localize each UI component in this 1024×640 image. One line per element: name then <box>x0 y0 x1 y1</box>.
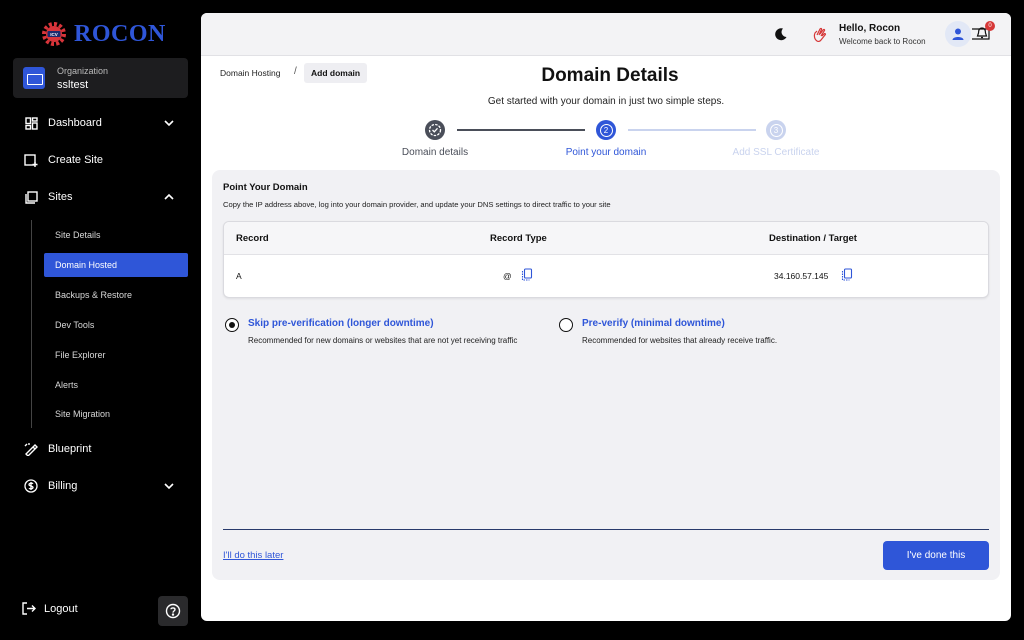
step-connector-2 <box>628 129 756 131</box>
greeting-subtitle: Welcome back to Rocon <box>839 37 926 46</box>
moon-icon[interactable] <box>773 27 788 42</box>
chevron-up-icon[interactable] <box>162 190 176 204</box>
sidebar-item-dashboard[interactable]: Dashboard <box>24 112 176 134</box>
card-description: Copy the IP address above, log into your… <box>223 200 611 209</box>
sidebar-subitem-alerts[interactable]: Alerts <box>44 373 188 397</box>
gear-logo-icon: ICV <box>42 22 66 46</box>
chevron-down-icon[interactable] <box>162 116 176 130</box>
sidebar-item-label: Billing <box>48 480 78 492</box>
page-title: Domain Details <box>541 65 679 86</box>
logout-label: Logout <box>44 602 78 615</box>
option-preverify-description: Recommended for websites that already re… <box>582 336 778 345</box>
sidebar-item-billing[interactable]: Billing <box>24 475 176 497</box>
step-2-circle: 2 <box>596 120 616 140</box>
skip-preverification-radio[interactable] <box>225 318 239 332</box>
step-1-circle <box>425 120 445 140</box>
step-connector-1 <box>457 129 585 131</box>
notifications-button[interactable]: 0 <box>971 21 995 44</box>
sidebar-subitem-site-migration[interactable]: Site Migration <box>44 402 188 426</box>
chevron-down-icon[interactable] <box>162 479 176 493</box>
cell-record-type: @ <box>503 271 512 281</box>
organization-selector[interactable]: Organization ssltest <box>13 58 188 98</box>
step-2-label: Point your domain <box>565 147 647 158</box>
sidebar-item-label: Dashboard <box>48 117 102 129</box>
table-header <box>224 222 988 255</box>
waving-hand-icon <box>813 27 827 43</box>
dollar-circle-icon <box>24 479 38 493</box>
sidebar-subitem-domain-hosted[interactable]: Domain Hosted <box>44 253 188 277</box>
greeting-title: Hello, Rocon <box>839 23 901 34</box>
help-icon <box>165 603 181 619</box>
column-header-record-type: Record Type <box>490 233 547 244</box>
sites-icon <box>24 190 38 204</box>
sidebar-item-label: Create Site <box>48 154 104 166</box>
sidebar-item-create-site[interactable]: Create Site <box>24 149 176 171</box>
page-subtitle: Get started with your domain in just two… <box>487 96 725 107</box>
cell-record: A <box>236 271 242 281</box>
avatar[interactable] <box>945 21 971 47</box>
dns-record-table: Record Record Type Destination / Target … <box>223 221 989 298</box>
organization-icon <box>23 67 45 89</box>
svg-text:ICV: ICV <box>50 32 58 37</box>
sidebar-subitem-backups-restore[interactable]: Backups & Restore <box>44 283 188 307</box>
page-title-wrap: Domain Details <box>201 65 1011 87</box>
sidebar-subitem-file-explorer[interactable]: File Explorer <box>44 343 188 367</box>
create-site-icon <box>24 153 38 167</box>
logout-button[interactable]: Logout <box>22 602 78 615</box>
option-skip-title[interactable]: Skip pre-verification (longer downtime) <box>248 318 434 329</box>
user-icon <box>952 28 964 40</box>
help-button[interactable] <box>158 596 188 626</box>
sidebar-subitem-dev-tools[interactable]: Dev Tools <box>44 313 188 337</box>
check-circle-icon <box>428 123 442 137</box>
point-domain-card: Point Your Domain Copy the IP address ab… <box>212 170 1000 580</box>
sidebar-subitem-site-details[interactable]: Site Details <box>44 223 188 247</box>
step-3-circle: 3 <box>766 120 786 140</box>
brand-logo[interactable]: ICV ROCON <box>40 20 166 48</box>
brand-name: ROCON <box>74 20 166 47</box>
sidebar-item-label: Sites <box>48 191 73 203</box>
sidebar-item-label: Blueprint <box>48 443 92 455</box>
divider <box>223 529 989 530</box>
done-button[interactable]: I've done this <box>883 541 989 570</box>
dashboard-icon <box>24 116 38 130</box>
notification-count-badge: 0 <box>985 21 995 31</box>
copy-icon[interactable] <box>841 268 853 281</box>
step-1-label: Domain details <box>401 147 469 158</box>
greeting: Hello, Rocon Welcome back to Rocon <box>839 23 926 46</box>
cell-destination: 34.160.57.145 <box>774 271 829 281</box>
copy-icon[interactable] <box>521 268 533 281</box>
option-preverify-title[interactable]: Pre-verify (minimal downtime) <box>582 318 725 329</box>
column-header-destination: Destination / Target <box>769 233 857 244</box>
step-3-number: 3 <box>769 123 783 137</box>
subnav-guide-line <box>31 220 32 428</box>
option-skip-description: Recommended for new domains or websites … <box>248 336 518 345</box>
step-3-label: Add SSL Certificate <box>732 147 820 158</box>
sidebar: ICV ROCON Organization ssltest Dashboard… <box>0 0 200 640</box>
step-2-number: 2 <box>599 123 613 137</box>
main-panel: Hello, Rocon Welcome back to Rocon 0 Dom… <box>201 13 1011 621</box>
organization-label: Organization <box>57 65 109 76</box>
logout-icon <box>22 602 36 615</box>
column-header-record: Record <box>236 233 269 244</box>
top-bar: Hello, Rocon Welcome back to Rocon 0 <box>201 13 1011 56</box>
card-title: Point Your Domain <box>223 182 308 193</box>
sidebar-item-blueprint[interactable]: Blueprint <box>24 438 176 460</box>
sidebar-item-sites[interactable]: Sites <box>24 186 176 208</box>
preverify-radio[interactable] <box>559 318 573 332</box>
blueprint-icon <box>24 442 38 456</box>
organization-name: ssltest <box>57 78 89 91</box>
do-later-link[interactable]: I'll do this later <box>223 550 283 561</box>
